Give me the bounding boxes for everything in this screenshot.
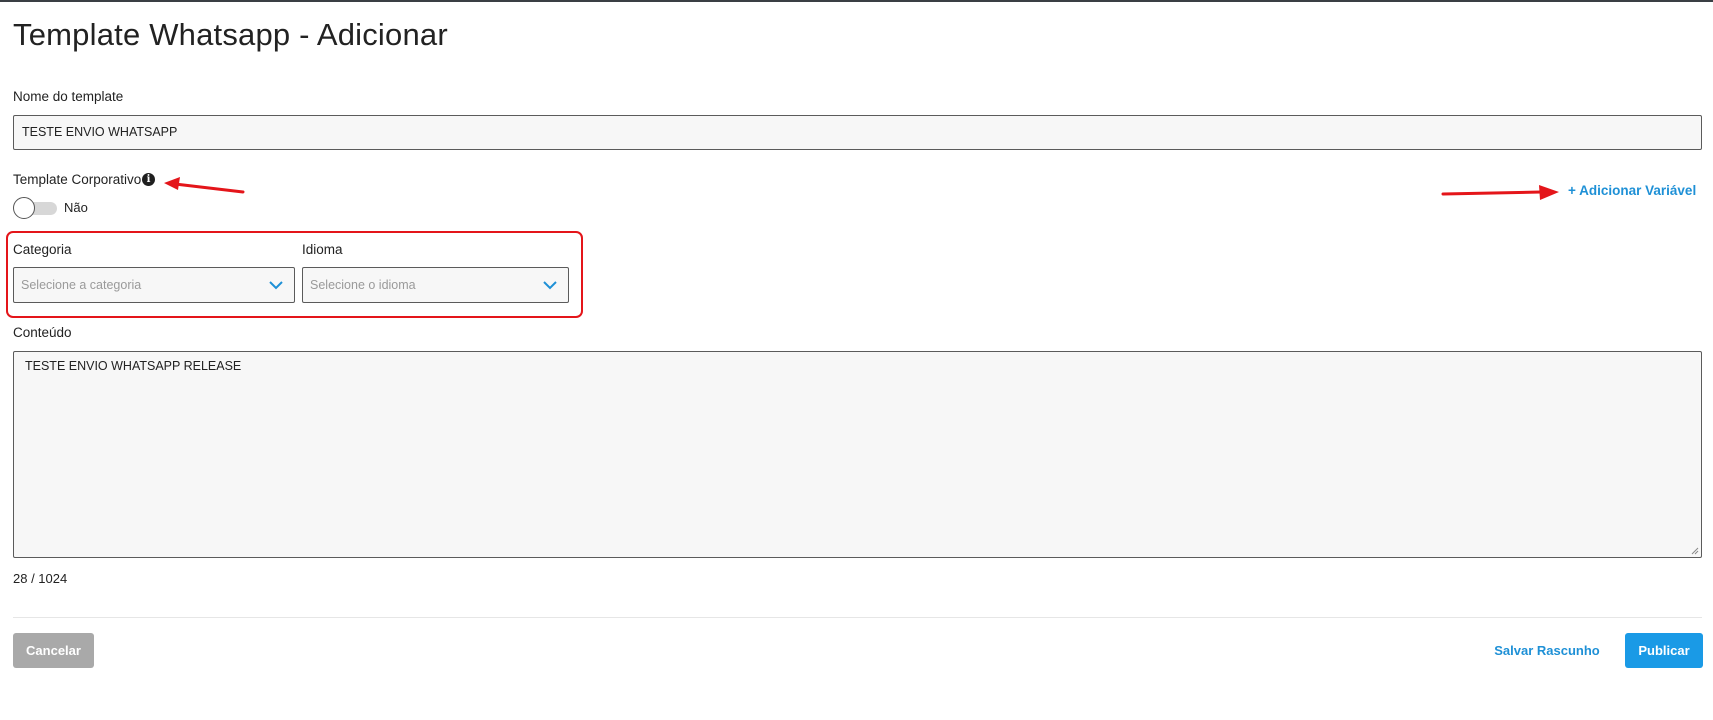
toggle-knob xyxy=(13,197,35,219)
save-draft-button[interactable]: Salvar Rascunho xyxy=(1490,633,1604,668)
category-label: Categoria xyxy=(13,242,72,257)
template-name-input[interactable]: TESTE ENVIO WHATSAPP xyxy=(13,115,1702,150)
corporate-template-label: Template Corporativo xyxy=(13,172,142,187)
page-title: Template Whatsapp - Adicionar xyxy=(13,17,448,52)
divider xyxy=(13,617,1702,618)
annotation-arrow-left xyxy=(164,177,245,194)
info-icon[interactable]: i xyxy=(142,173,155,186)
add-variable-link[interactable]: + Adicionar Variável xyxy=(1568,183,1696,198)
cancel-button[interactable]: Cancelar xyxy=(13,633,94,668)
resize-handle-icon[interactable] xyxy=(1691,547,1699,555)
toggle-state-label: Não xyxy=(64,200,88,215)
language-label: Idioma xyxy=(302,242,343,257)
chevron-down-icon xyxy=(543,281,557,290)
category-placeholder: Selecione a categoria xyxy=(21,278,142,292)
publish-button[interactable]: Publicar xyxy=(1625,633,1703,668)
content-label: Conteúdo xyxy=(13,325,72,340)
language-select[interactable]: Selecione o idioma xyxy=(302,267,569,303)
category-select[interactable]: Selecione a categoria xyxy=(13,267,295,303)
top-border xyxy=(0,0,1713,2)
page: Template Whatsapp - Adicionar Nome do te… xyxy=(0,0,1713,720)
annotation-arrow-right xyxy=(1441,185,1559,200)
chevron-down-icon xyxy=(269,281,283,290)
language-placeholder: Selecione o idioma xyxy=(310,278,416,292)
content-textarea[interactable]: TESTE ENVIO WHATSAPP RELEASE xyxy=(13,351,1702,558)
character-counter: 28 / 1024 xyxy=(13,571,68,586)
corporate-template-toggle[interactable] xyxy=(13,197,57,219)
template-name-label: Nome do template xyxy=(13,89,124,104)
content-text: TESTE ENVIO WHATSAPP RELEASE xyxy=(25,359,242,373)
